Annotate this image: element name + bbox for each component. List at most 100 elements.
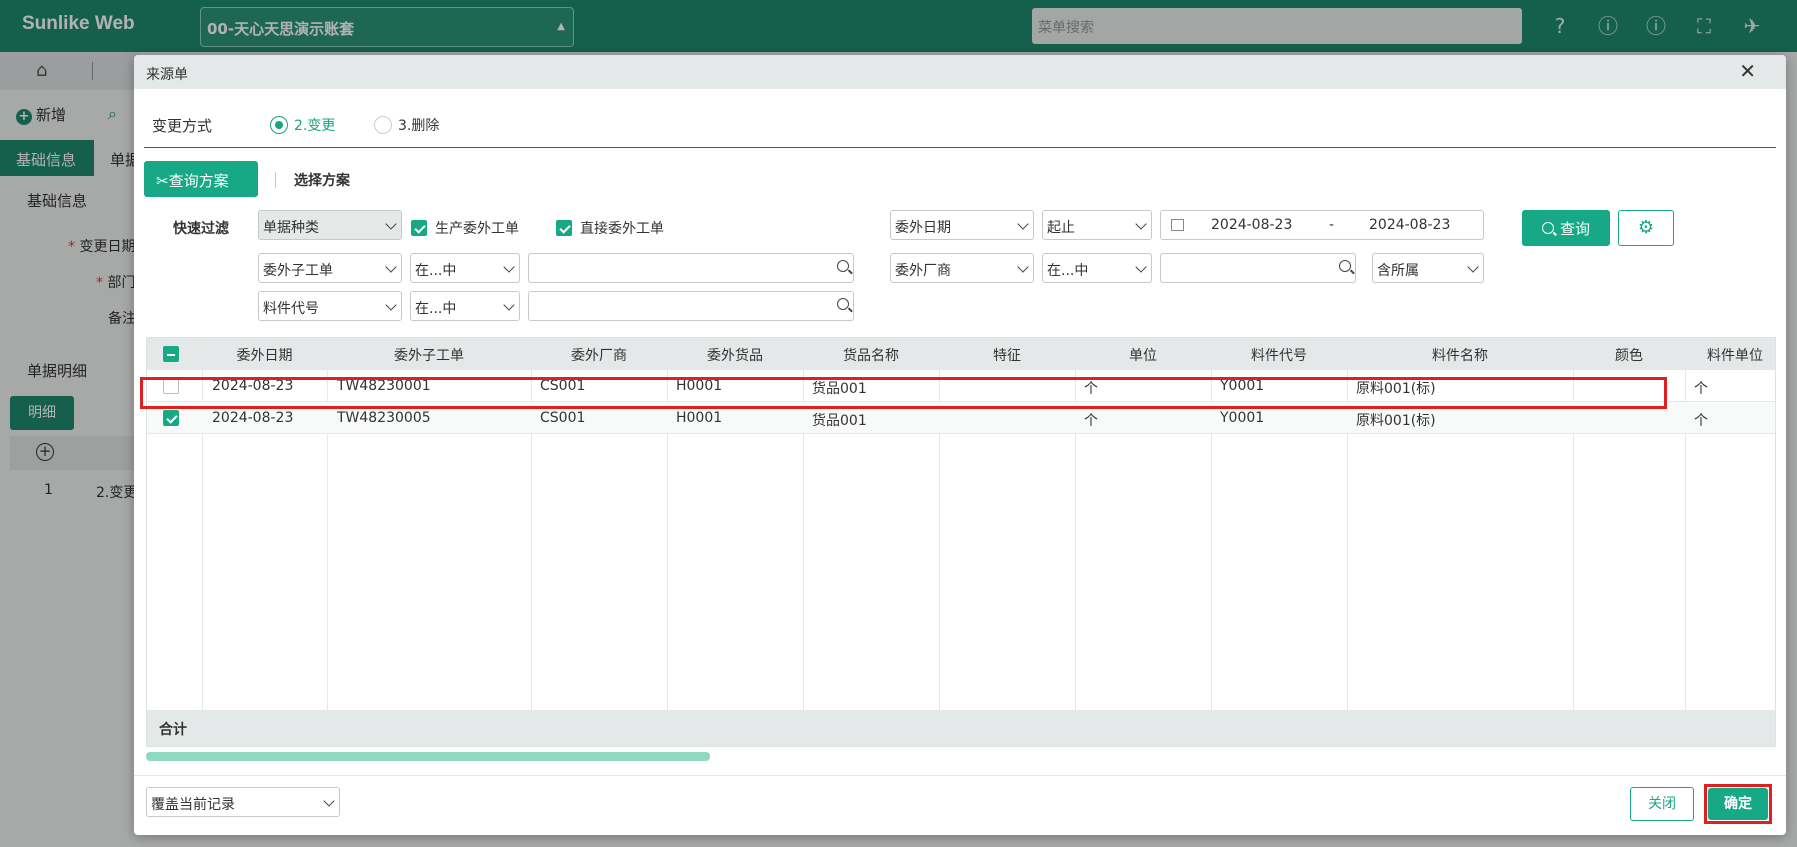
divider xyxy=(144,147,1776,148)
cell: CS001 xyxy=(540,410,586,426)
close-button[interactable]: 关闭 xyxy=(1630,787,1694,821)
col-header[interactable]: 料件名称 xyxy=(1347,345,1573,365)
chevron-down-icon xyxy=(503,299,515,311)
date-op-select[interactable]: 起止 xyxy=(1042,210,1152,240)
date-field-select[interactable]: 委外日期 xyxy=(890,210,1034,240)
col-header[interactable]: 料件单位 xyxy=(1685,345,1775,365)
sub-order-op-value: 在...中 xyxy=(415,263,457,279)
vendor-scope-select[interactable]: 含所属 xyxy=(1372,253,1484,283)
select-all-checkbox[interactable] xyxy=(163,346,179,362)
dialog-title-bar: 来源单 xyxy=(134,55,1786,89)
date-separator: - xyxy=(1329,217,1335,233)
col-header[interactable]: 委外厂商 xyxy=(531,345,667,365)
col-header[interactable]: 委外日期 xyxy=(202,345,327,365)
chevron-down-icon xyxy=(385,299,397,311)
wrench-icon: ✂ xyxy=(156,172,169,190)
grid-footer: 合计 xyxy=(147,710,1775,746)
chevron-down-icon xyxy=(1017,261,1029,273)
col-header[interactable]: 颜色 xyxy=(1573,345,1685,365)
vendor-op-value: 在...中 xyxy=(1047,263,1089,279)
chevron-down-icon xyxy=(385,261,397,273)
selected-row-highlight xyxy=(140,377,1667,409)
date-range-input[interactable]: 2024-08-23 - 2024-08-23 xyxy=(1160,210,1484,240)
cell: 原料001(标) xyxy=(1356,413,1436,429)
sub-order-op-select[interactable]: 在...中 xyxy=(410,253,520,283)
divider xyxy=(275,172,276,188)
calendar-icon xyxy=(1171,219,1184,231)
col-header[interactable]: 特征 xyxy=(939,345,1075,365)
query-scheme-button[interactable]: ✂查询方案 xyxy=(144,161,258,197)
vendor-field-select[interactable]: 委外厂商 xyxy=(890,253,1034,283)
dialog-title: 来源单 xyxy=(146,67,188,83)
chevron-down-icon xyxy=(1135,218,1147,230)
radio-delete[interactable]: 3.删除 xyxy=(374,115,439,135)
ok-button-highlight xyxy=(1704,784,1772,824)
date-from: 2024-08-23 xyxy=(1211,217,1293,233)
search-icon xyxy=(1541,222,1554,234)
footer-total-label: 合计 xyxy=(159,722,187,738)
vendor-op-select[interactable]: 在...中 xyxy=(1042,253,1152,283)
col-header[interactable]: 委外货品 xyxy=(667,345,803,365)
doc-type-select[interactable]: 单据种类 xyxy=(258,210,402,240)
chevron-down-icon xyxy=(1135,261,1147,273)
search-icon[interactable] xyxy=(837,298,849,310)
date-field-value: 委外日期 xyxy=(895,220,951,236)
source-doc-dialog: 来源单 ✕ 变更方式 2.变更 3.删除 ✂查询方案 选择方案 快速过滤 单据种… xyxy=(134,55,1786,835)
gear-icon: ⚙ xyxy=(1637,217,1655,238)
radio-dot-icon xyxy=(374,116,392,134)
chevron-down-icon xyxy=(1017,218,1029,230)
row-checkbox[interactable] xyxy=(163,410,179,426)
select-scheme-link[interactable]: 选择方案 xyxy=(294,170,350,190)
cell: 货品001 xyxy=(812,413,867,429)
material-op-select[interactable]: 在...中 xyxy=(410,291,520,321)
col-header[interactable]: 料件代号 xyxy=(1211,345,1347,365)
radio-change-label: 2.变更 xyxy=(294,118,336,134)
query-scheme-label: 查询方案 xyxy=(168,172,229,190)
checkbox-icon xyxy=(556,220,572,236)
cover-mode-value: 覆盖当前记录 xyxy=(151,797,235,813)
material-field-value: 料件代号 xyxy=(263,301,319,317)
sub-order-input[interactable] xyxy=(528,253,854,283)
sub-order-field-select[interactable]: 委外子工单 xyxy=(258,253,402,283)
chevron-down-icon xyxy=(385,218,397,230)
grid-header: 委外日期 委外子工单 委外厂商 委外货品 货品名称 特征 单位 料件代号 料件名… xyxy=(147,338,1775,370)
vendor-input[interactable] xyxy=(1160,253,1356,283)
vendor-scope-value: 含所属 xyxy=(1377,263,1419,279)
cover-mode-select[interactable]: 覆盖当前记录 xyxy=(146,787,340,817)
chevron-down-icon xyxy=(323,795,335,807)
chk-production-label: 生产委外工单 xyxy=(435,221,519,237)
chevron-down-icon xyxy=(503,261,515,273)
cell: H0001 xyxy=(676,410,723,426)
col-header[interactable]: 委外子工单 xyxy=(327,345,531,365)
col-header[interactable]: 单位 xyxy=(1075,345,1211,365)
radio-change[interactable]: 2.变更 xyxy=(270,115,335,135)
cell: 个 xyxy=(1694,381,1708,397)
checkbox-icon xyxy=(411,220,427,236)
material-input[interactable] xyxy=(528,291,854,321)
chk-production-order[interactable]: 生产委外工单 xyxy=(411,218,519,238)
col-header[interactable]: 货品名称 xyxy=(803,345,939,365)
query-button[interactable]: 查询 xyxy=(1522,210,1610,246)
settings-gear-button[interactable]: ⚙ xyxy=(1618,210,1674,246)
sub-order-field-value: 委外子工单 xyxy=(263,263,333,279)
horizontal-scrollbar[interactable] xyxy=(146,752,710,761)
search-icon[interactable] xyxy=(837,260,849,272)
change-mode-label: 变更方式 xyxy=(152,117,213,135)
search-icon[interactable] xyxy=(1339,260,1351,272)
cell: TW48230005 xyxy=(337,410,431,426)
material-op-value: 在...中 xyxy=(415,301,457,317)
material-field-select[interactable]: 料件代号 xyxy=(258,291,402,321)
cell: 2024-08-23 xyxy=(212,410,294,426)
cell: 个 xyxy=(1084,413,1098,429)
close-icon[interactable]: ✕ xyxy=(1739,59,1756,83)
chk-direct-label: 直接委外工单 xyxy=(580,221,664,237)
divider xyxy=(134,775,1786,776)
query-label: 查询 xyxy=(1559,219,1590,238)
cell: 个 xyxy=(1694,413,1708,429)
chevron-down-icon xyxy=(1467,261,1479,273)
radio-delete-label: 3.删除 xyxy=(398,118,440,134)
cell: Y0001 xyxy=(1220,410,1265,426)
chk-direct-order[interactable]: 直接委外工单 xyxy=(556,218,664,238)
doc-type-value: 单据种类 xyxy=(263,220,319,236)
vendor-field-value: 委外厂商 xyxy=(895,263,951,279)
